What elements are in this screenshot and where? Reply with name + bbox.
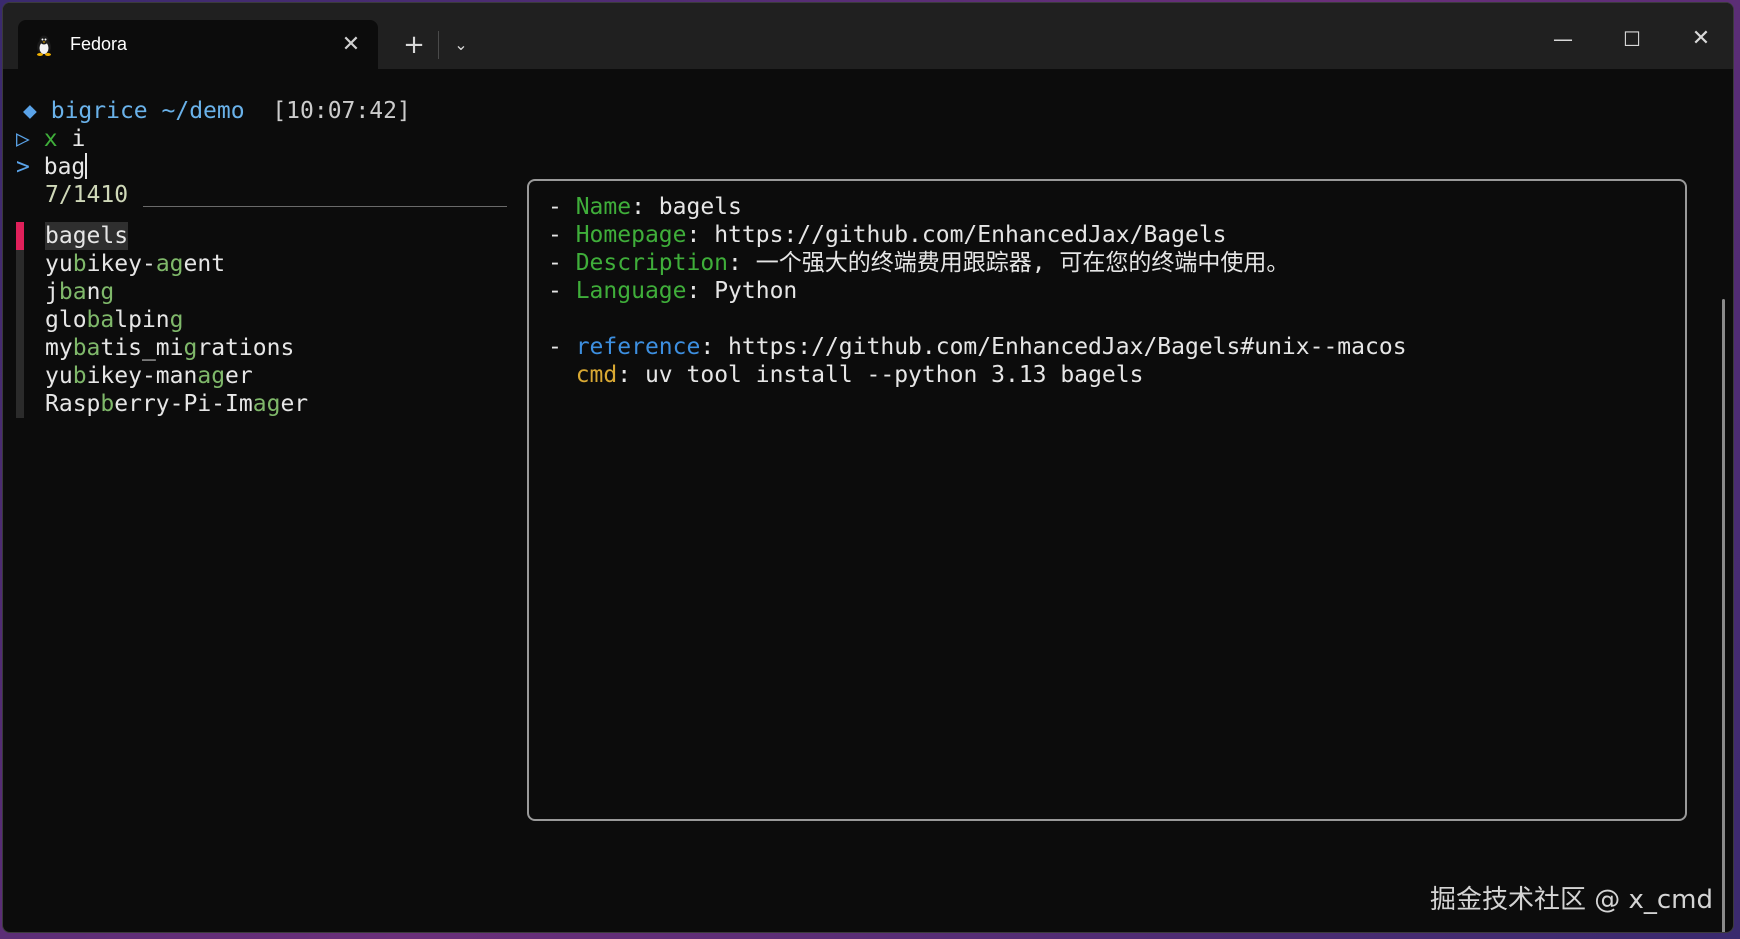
preview-panel: - Name: bagels - Homepage: https://githu…: [527, 179, 1687, 821]
tab-fedora[interactable]: Fedora ✕: [18, 20, 378, 69]
command-x: x: [43, 126, 58, 152]
terminal-window: Fedora ✕ + ⌄ — ☐ ✕ ◆ bigrice ~/demo [10:…: [2, 2, 1734, 933]
prompt-line: ◆ bigrice ~/demo [10:07:42]: [23, 97, 411, 125]
tab-title: Fedora: [70, 34, 128, 54]
search-query[interactable]: bag: [44, 154, 86, 180]
prompt-time: [10:07:42]: [272, 98, 411, 124]
tab-close-icon[interactable]: ✕: [336, 30, 366, 60]
count-divider: [143, 206, 507, 207]
result-item[interactable]: yubikey-agent: [45, 250, 225, 278]
preview-homepage: - Homepage: https://github.com/EnhancedJ…: [548, 222, 1227, 248]
scrollbar[interactable]: [1722, 299, 1725, 932]
preview-description: - Description: 一个强大的终端费用跟踪器, 可在您的终端中使用。: [548, 250, 1290, 276]
prompt-path: ~/demo: [161, 98, 245, 124]
results-rail: [16, 250, 24, 418]
maximize-button[interactable]: ☐: [1612, 21, 1652, 57]
terminal-content[interactable]: ◆ bigrice ~/demo [10:07:42] ▷ x i > bag …: [3, 69, 1733, 932]
search-line[interactable]: > bag: [16, 153, 88, 181]
linux-penguin-icon: [37, 35, 51, 56]
result-item[interactable]: jbang: [45, 278, 114, 306]
title-bar: Fedora ✕ + ⌄ — ☐ ✕: [3, 3, 1733, 69]
result-item[interactable]: Raspberry-Pi-Imager: [45, 390, 308, 418]
preview-language: - Language: Python: [548, 278, 798, 304]
selection-indicator: [16, 222, 24, 250]
search-marker: >: [16, 154, 30, 180]
new-tab-button[interactable]: +: [396, 27, 432, 63]
prompt-user: bigrice: [50, 98, 148, 124]
preview-cmd: cmd: uv tool install --python 3.13 bagel…: [575, 362, 1144, 388]
tab-separator: [438, 31, 439, 59]
command-arg: i: [71, 126, 86, 152]
result-item[interactable]: mybatis_migrations: [45, 334, 294, 362]
diamond-icon: ◆: [23, 98, 37, 124]
minimize-button[interactable]: —: [1543, 21, 1583, 57]
command-line: ▷ x i: [16, 125, 85, 153]
watermark: 掘金技术社区 @ x_cmd: [1429, 885, 1713, 915]
result-item-bagels[interactable]: bagels: [45, 222, 129, 250]
preview-reference: - reference: https://github.com/Enhanced…: [548, 334, 1407, 360]
text-cursor: [85, 153, 88, 179]
chevron-down-icon[interactable]: ⌄: [443, 27, 479, 63]
result-item[interactable]: globalping: [45, 306, 184, 334]
result-count: 7/1410: [45, 182, 129, 208]
result-item[interactable]: yubikey-manager: [45, 362, 253, 390]
close-button[interactable]: ✕: [1681, 21, 1721, 57]
preview-name: - Name: bagels: [548, 194, 742, 220]
prompt-arrow-icon: ▷: [16, 126, 30, 152]
